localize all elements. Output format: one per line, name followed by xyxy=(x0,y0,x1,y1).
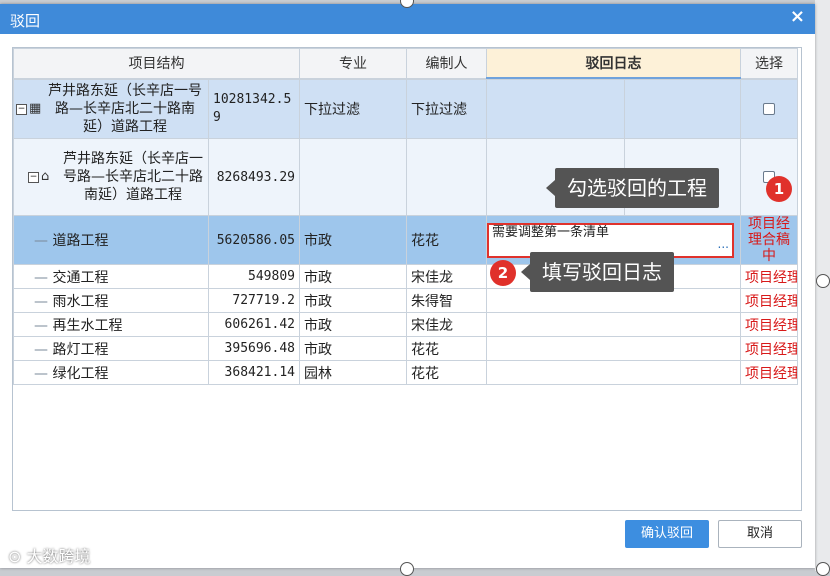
more-icon[interactable]: ... xyxy=(718,237,729,251)
col-header-structure[interactable]: 项目结构 xyxy=(13,48,300,79)
table-row[interactable]: — 交通工程 549809 市政 宋佳龙 项目经理合… xyxy=(13,264,798,289)
progress-cell: 项目经理合… xyxy=(740,312,798,337)
col-header-reject-log[interactable]: 驳回日志 xyxy=(486,48,741,79)
tree-node-label: 芦井路东延（长辛店一号路—长辛店北二十路南延）道路工程 xyxy=(48,83,202,135)
amount-cell: 549809 xyxy=(208,264,300,289)
callout-fill-log: 填写驳回日志 xyxy=(521,252,674,292)
reject-log-cell[interactable] xyxy=(486,312,741,337)
editor-cell: 花花 xyxy=(406,360,487,385)
editor-cell: 朱得智 xyxy=(406,288,487,313)
tree-leaf[interactable]: — 路灯工程 xyxy=(13,336,209,361)
progress-cell: 项目经理合稿中 xyxy=(740,215,798,265)
major-cell: 市政 xyxy=(299,336,407,361)
reject-log-cell[interactable] xyxy=(486,79,625,139)
tree-leaf[interactable]: — 道路工程 xyxy=(13,215,209,265)
major-cell: 市政 xyxy=(299,288,407,313)
col-header-editor[interactable]: 编制人 xyxy=(406,48,487,79)
watermark-logo-icon: ⊙ xyxy=(8,547,22,566)
resize-handle-bottom[interactable] xyxy=(400,562,414,576)
tree-node-label: 交通工程 xyxy=(52,269,109,286)
tree-leaf[interactable]: — 再生水工程 xyxy=(13,312,209,337)
editor-cell xyxy=(406,138,487,216)
table-row[interactable]: — 绿化工程 368421.14 园林 花花 项目经理合… xyxy=(13,360,798,385)
major-filter[interactable]: 下拉过滤 xyxy=(299,79,407,139)
tree-node-label: 路灯工程 xyxy=(52,341,109,358)
editor-filter[interactable]: 下拉过滤 xyxy=(406,79,487,139)
callout-badge-1: 1 xyxy=(766,176,792,202)
amount-cell: 368421.14 xyxy=(208,360,300,385)
select-checkbox[interactable] xyxy=(763,103,775,115)
tree-node-label: 绿化工程 xyxy=(52,365,109,382)
project-grid: 项目结构 专业 编制人 驳回日志 进度 选择 −▦ 芦井路东延（长 xyxy=(12,47,802,511)
col-header-select[interactable]: 选择 xyxy=(740,48,798,79)
reject-log-cell[interactable] xyxy=(486,336,741,361)
amount-cell: 8268493.29 xyxy=(208,138,300,216)
major-cell: 市政 xyxy=(299,264,407,289)
editor-cell: 花花 xyxy=(406,336,487,361)
reject-dialog: 驳回 × 项目结构 专业 编制人 驳回日志 进度 选择 xyxy=(0,4,815,568)
amount-cell: 727719.2 xyxy=(208,288,300,313)
project-body: − ▦ 芦井路东延（长辛店一号路—长辛店北二十路南延）道路工程 10281342.… xyxy=(13,79,798,385)
major-cell: 园林 xyxy=(299,360,407,385)
reject-log-cell[interactable] xyxy=(486,360,741,385)
major-cell xyxy=(299,138,407,216)
table-row[interactable]: — 再生水工程 606261.42 市政 宋佳龙 项目经理合… xyxy=(13,312,798,337)
tree-leaf[interactable]: — 绿化工程 xyxy=(13,360,209,385)
tree-node-label: 再生水工程 xyxy=(52,317,123,334)
editor-cell: 宋佳龙 xyxy=(406,264,487,289)
progress-cell xyxy=(624,79,741,139)
project-table: 项目结构 专业 编制人 驳回日志 进度 选择 xyxy=(13,48,798,79)
amount-cell: 395696.48 xyxy=(208,336,300,361)
close-icon[interactable]: × xyxy=(790,7,805,27)
tree-leaf[interactable]: — 雨水工程 xyxy=(13,288,209,313)
table-row-selected[interactable]: — 道路工程 5620586.05 市政 花花 需要调整第一条清单... 项目经… xyxy=(13,215,798,265)
collapse-icon[interactable]: − xyxy=(28,171,39,183)
tree-node-label: 芦井路东延（长辛店一号路—长辛店北二十路南延）道路工程 xyxy=(63,151,203,203)
progress-cell: 项目经理合… xyxy=(740,264,798,289)
editor-cell: 宋佳龙 xyxy=(406,312,487,337)
tree-node-root[interactable]: − ▦ 芦井路东延（长辛店一号路—长辛店北二十路南延）道路工程 xyxy=(13,79,209,139)
editor-cell: 花花 xyxy=(406,215,487,265)
tree-node-label: 道路工程 xyxy=(52,233,109,249)
select-cell[interactable] xyxy=(740,79,798,139)
col-header-major[interactable]: 专业 xyxy=(299,48,407,79)
callout-badge-2: 2 xyxy=(490,260,516,286)
progress-cell: 项目经理合… xyxy=(740,360,798,385)
reject-log-cell[interactable] xyxy=(486,288,741,313)
table-row[interactable]: — 路灯工程 395696.48 市政 花花 项目经理合… xyxy=(13,336,798,361)
resize-handle-right[interactable] xyxy=(816,274,830,288)
tree-leaf[interactable]: — 交通工程 xyxy=(13,264,209,289)
amount-cell: 606261.42 xyxy=(208,312,300,337)
progress-cell: 项目经理合… xyxy=(740,336,798,361)
tree-node-label: 雨水工程 xyxy=(52,293,109,310)
tree-node-child[interactable]: − ⌂ 芦井路东延（长辛店一号路—长辛店北二十路南延）道路工程 xyxy=(13,138,209,216)
confirm-reject-button[interactable]: 确认驳回 xyxy=(625,520,709,548)
cancel-button[interactable]: 取消 xyxy=(718,520,802,548)
major-cell: 市政 xyxy=(299,215,407,265)
table-header: 项目结构 专业 编制人 驳回日志 进度 选择 xyxy=(13,48,798,79)
reject-log-text: 需要调整第一条清单 xyxy=(492,224,610,240)
table-row[interactable]: — 雨水工程 727719.2 市政 朱得智 项目经理合… xyxy=(13,288,798,313)
home-icon: ⌂ xyxy=(41,169,50,184)
watermark-text: 大数跨境 xyxy=(26,547,91,566)
progress-cell: 项目经理合… xyxy=(740,288,798,313)
collapse-icon[interactable]: − xyxy=(16,103,27,115)
dialog-titlebar: 驳回 × xyxy=(0,4,815,34)
dialog-title: 驳回 xyxy=(10,12,41,30)
watermark: ⊙ 大数跨境 xyxy=(8,543,91,567)
table-row[interactable]: − ▦ 芦井路东延（长辛店一号路—长辛店北二十路南延）道路工程 10281342.… xyxy=(13,79,798,139)
select-cell[interactable] xyxy=(740,138,798,216)
resize-handle-corner[interactable] xyxy=(816,562,830,576)
amount-cell: 5620586.05 xyxy=(208,215,300,265)
building-icon: ▦ xyxy=(29,101,42,116)
amount-cell: 10281342.59 xyxy=(208,79,300,139)
callout-select-project: 勾选驳回的工程 xyxy=(546,168,719,208)
major-cell: 市政 xyxy=(299,312,407,337)
